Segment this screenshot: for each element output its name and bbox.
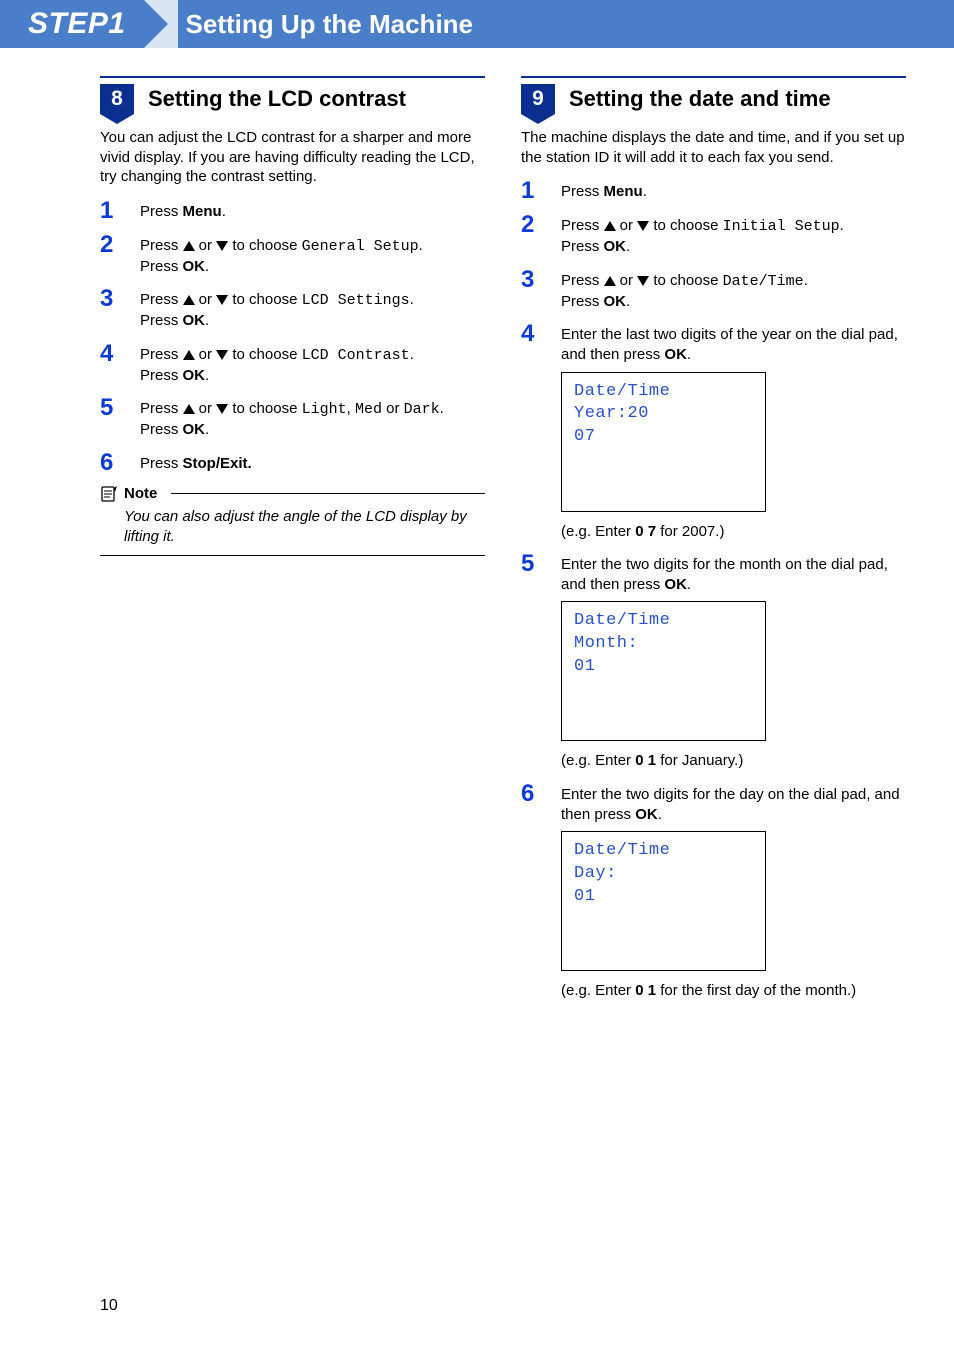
page-number: 10 [100,1297,118,1315]
down-arrow-icon [216,350,228,360]
lcd-display: Date/Time Year:20 07 [561,372,766,512]
down-arrow-icon [637,276,649,286]
step-text: Press or to choose LCD Contrast.Press OK… [140,342,485,387]
step-text: Enter the two digits for the day on the … [561,782,906,1002]
down-arrow-icon [637,221,649,231]
instruction-step: 5 Enter the two digits for the month on t… [521,552,906,772]
note-label: Note [124,485,157,502]
column-right: 9 Setting the date and time The machine … [521,76,906,1011]
step-text: Press or to choose Light, Med or Dark.Pr… [140,396,485,441]
step-text: Press Stop/Exit. [140,451,485,474]
step-tag: STEP1 [0,0,144,48]
instruction-step: 2 Press or to choose Initial Setup.Press … [521,213,906,258]
instruction-step: 1 Press Menu. [100,199,485,223]
up-arrow-icon [183,404,195,414]
section-number: 9 [521,84,555,114]
note-icon [100,485,118,503]
instruction-step: 5 Press or to choose Light, Med or Dark.P… [100,396,485,441]
step-text: Press or to choose Date/Time.Press OK. [561,268,906,313]
instruction-step: 1 Press Menu. [521,179,906,203]
up-arrow-icon [183,350,195,360]
section-title: Setting the date and time [569,86,831,112]
down-arrow-icon [216,241,228,251]
section-header: 8 Setting the LCD contrast [100,76,485,114]
step-text: Press Menu. [561,179,906,202]
step-text: Enter the last two digits of the year on… [561,322,906,542]
step-number: 5 [100,396,122,420]
step-number: 3 [521,268,543,292]
note-block: Note You can also adjust the angle of th… [100,485,485,557]
instruction-step: 3 Press or to choose Date/Time.Press OK. [521,268,906,313]
lcd-caption: (e.g. Enter 0 1 for January.) [561,751,906,771]
down-arrow-icon [216,404,228,414]
step-arrow-icon [144,0,168,48]
instruction-step: 2 Press or to choose General Setup.Press … [100,233,485,278]
down-arrow-icon [216,295,228,305]
section-number: 8 [100,84,134,114]
step-number: 6 [521,782,543,806]
step-number: 1 [521,179,543,203]
step-text: Press or to choose General Setup.Press O… [140,233,485,278]
section-intro: You can adjust the LCD contrast for a sh… [100,128,485,187]
lcd-display: Date/Time Month: 01 [561,601,766,741]
lcd-display: Date/Time Day: 01 [561,831,766,971]
section-title: Setting the LCD contrast [148,86,406,112]
step-text: Press or to choose Initial Setup.Press O… [561,213,906,258]
step-number: 1 [100,199,122,223]
instruction-step: 4 Press or to choose LCD Contrast.Press O… [100,342,485,387]
page-title: Setting Up the Machine [178,0,954,48]
step-text: Press Menu. [140,199,485,222]
instruction-step: 3 Press or to choose LCD Settings.Press O… [100,287,485,332]
up-arrow-icon [183,295,195,305]
instruction-step: 4 Enter the last two digits of the year o… [521,322,906,542]
up-arrow-icon [183,241,195,251]
section-intro: The machine displays the date and time, … [521,128,906,167]
step-number: 4 [100,342,122,366]
step-text: Enter the two digits for the month on th… [561,552,906,772]
step-number: 5 [521,552,543,576]
instruction-step: 6 Enter the two digits for the day on the… [521,782,906,1002]
note-body: You can also adjust the angle of the LCD… [100,503,485,557]
step-number: 2 [100,233,122,257]
column-left: 8 Setting the LCD contrast You can adjus… [100,76,485,1011]
up-arrow-icon [604,221,616,231]
step-number: 2 [521,213,543,237]
section-header: 9 Setting the date and time [521,76,906,114]
step-number: 6 [100,451,122,475]
lcd-caption: (e.g. Enter 0 7 for 2007.) [561,522,906,542]
up-arrow-icon [604,276,616,286]
step-number: 4 [521,322,543,346]
page-header: STEP1 Setting Up the Machine [0,0,954,48]
lcd-caption: (e.g. Enter 0 1 for the first day of the… [561,981,906,1001]
step-number: 3 [100,287,122,311]
step-text: Press or to choose LCD Settings.Press OK… [140,287,485,332]
instruction-step: 6 Press Stop/Exit. [100,451,485,475]
